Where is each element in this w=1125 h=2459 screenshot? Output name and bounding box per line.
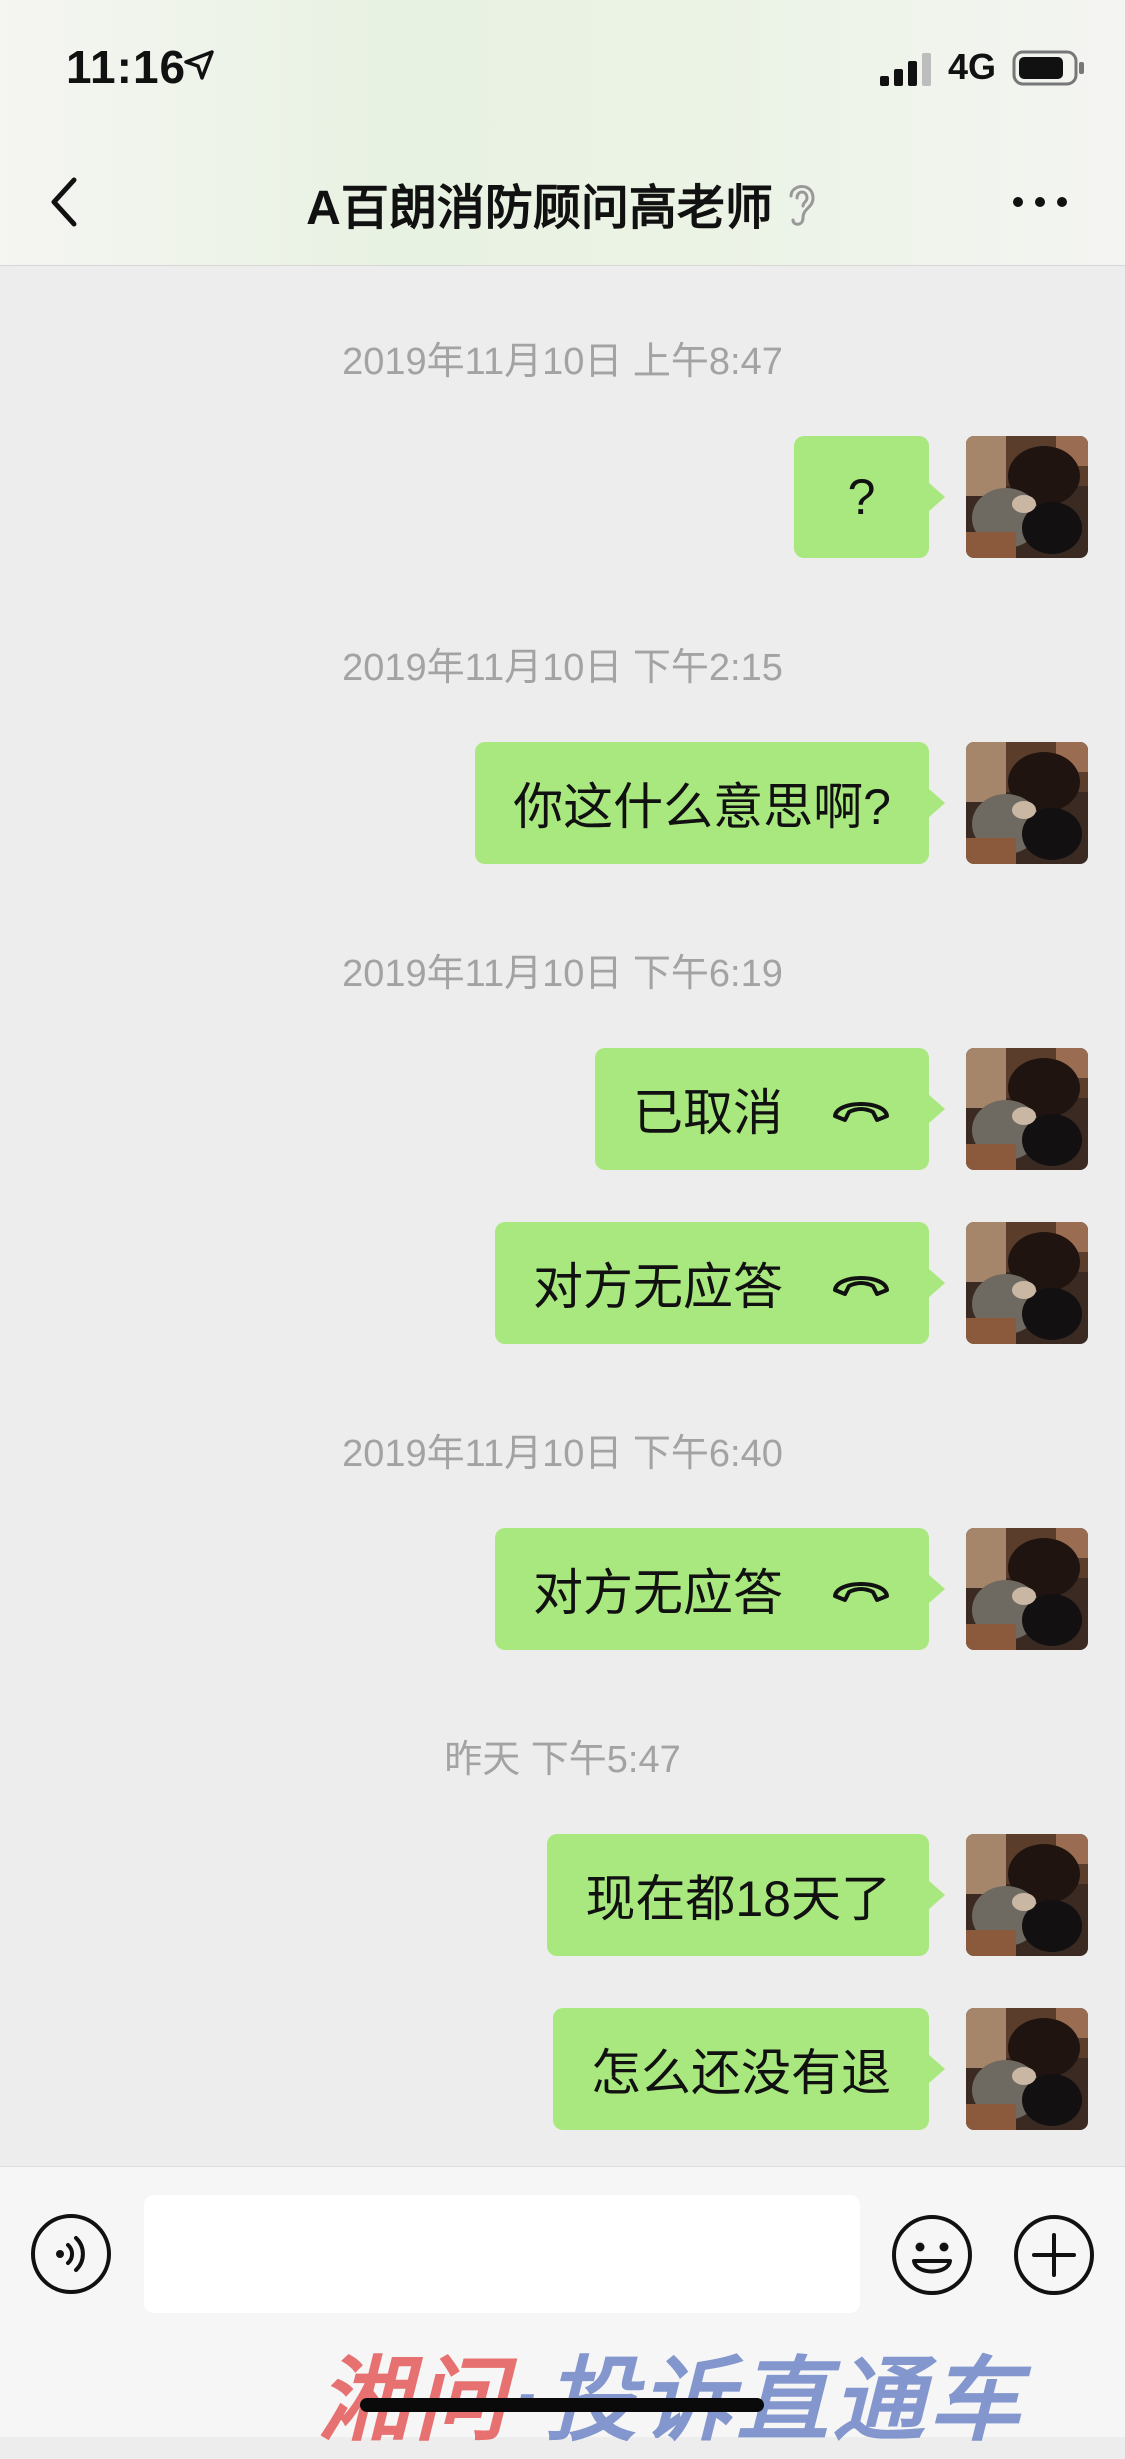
user-avatar[interactable] (966, 436, 1088, 558)
user-avatar[interactable] (966, 1222, 1088, 1344)
phone-hangup-icon (831, 1572, 891, 1606)
chat-title-area: A百朗消防顾问高老师 (150, 140, 975, 265)
call-status-text: 对方无应答 (533, 1565, 783, 1621)
call-status-text: 对方无应答 (533, 1259, 783, 1315)
timestamp: 2019年11月10日 下午6:19 (342, 953, 783, 995)
timestamp: 昨天 下午5:47 (444, 1739, 681, 1781)
call-record-bubble[interactable]: 已取消 (595, 1048, 945, 1170)
chat-header: A百朗消防顾问高老师 (0, 140, 1125, 266)
back-arrow-icon[interactable] (40, 170, 90, 234)
battery-icon (1012, 50, 1084, 86)
network-type: 4G (948, 46, 997, 87)
timestamp: 2019年11月10日 下午2:15 (342, 647, 783, 689)
message-bubble[interactable]: 怎么还没有退 (553, 2008, 945, 2130)
watermark: 湘问·投诉直通车 (318, 2326, 1025, 2459)
phone-hangup-icon (831, 1266, 891, 1300)
user-avatar[interactable] (966, 1048, 1088, 1170)
timestamp: 2019年11月10日 下午6:40 (342, 1433, 783, 1475)
message-input[interactable] (144, 2195, 860, 2313)
timestamp: 2019年11月10日 上午8:47 (342, 341, 783, 383)
more-functions-plus-icon[interactable] (1012, 2213, 1096, 2297)
message-bubble[interactable]: 你这什么意思啊? (475, 742, 945, 864)
voice-input-icon[interactable] (30, 2213, 112, 2295)
more-options-icon[interactable] (1010, 190, 1070, 214)
home-indicator[interactable] (360, 2398, 764, 2412)
message-bubble[interactable]: ? (794, 436, 945, 558)
phone-hangup-icon (831, 1092, 891, 1126)
earpiece-mode-icon (789, 184, 815, 226)
emoji-icon[interactable] (890, 2213, 974, 2297)
status-time: 11:16 (66, 41, 187, 93)
cellular-signal-icon (880, 53, 931, 86)
user-avatar[interactable] (966, 1528, 1088, 1650)
user-avatar[interactable] (966, 2008, 1088, 2130)
message-bubble[interactable]: 现在都18天了 (547, 1834, 945, 1956)
call-record-bubble[interactable]: 对方无应答 (495, 1222, 945, 1344)
call-status-text: 已取消 (633, 1085, 783, 1141)
user-avatar[interactable] (966, 742, 1088, 864)
user-avatar[interactable] (966, 1834, 1088, 1956)
status-bar: 11:16 4G (0, 0, 1125, 140)
location-arrow-icon (184, 50, 214, 80)
chat-title: A百朗消防顾问高老师 (306, 181, 773, 235)
call-record-bubble[interactable]: 对方无应答 (495, 1528, 945, 1650)
